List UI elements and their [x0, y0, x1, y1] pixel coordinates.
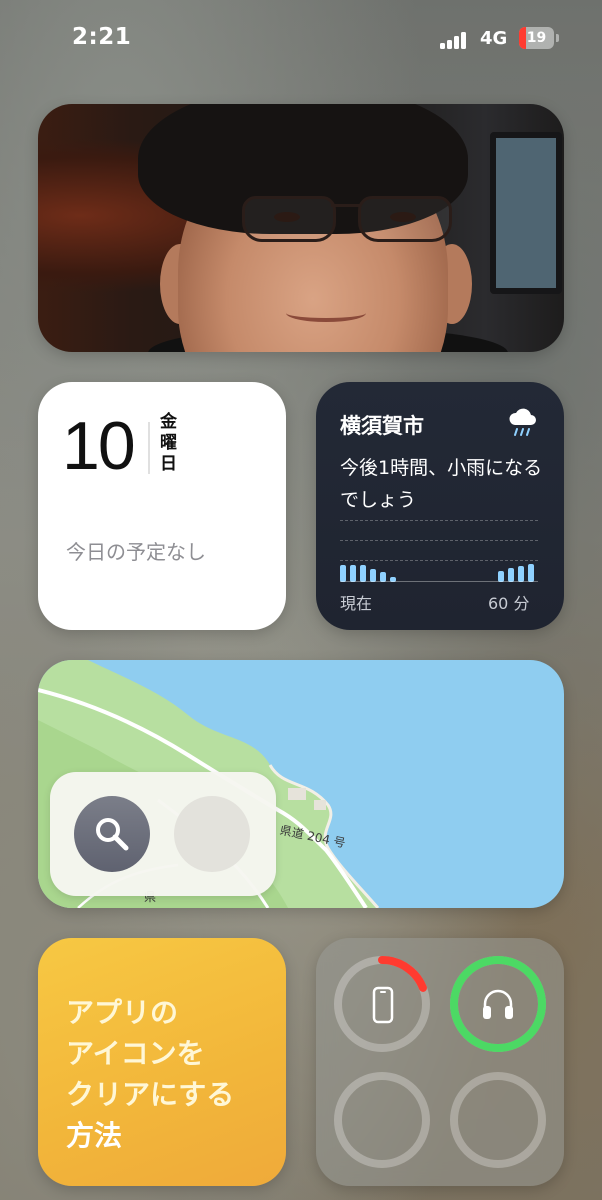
cellular-signal-icon [440, 31, 470, 49]
timeline-start-label: 現在 [340, 594, 373, 613]
map-search-button[interactable] [74, 796, 150, 872]
headphones-icon [483, 989, 513, 1019]
battery-ring-track [450, 1072, 546, 1168]
battery-level: 19 [526, 30, 547, 46]
precipitation-bar [528, 564, 535, 582]
maps-widget[interactable]: 県道 204 号 県 [38, 660, 564, 908]
weather-widget[interactable]: 横須賀市 今後1時間、小雨になるでしょう 現在 60 分 [316, 382, 564, 630]
timeline-end-label: 60 分 [488, 594, 530, 613]
tips-widget[interactable]: アプリの アイコンを クリアにする 方法 [38, 938, 286, 1186]
precipitation-bar [508, 567, 515, 582]
no-events-label: 今日の予定なし [66, 540, 206, 564]
weather-city: 横須賀市 [340, 414, 424, 438]
calendar-widget[interactable]: 10 金 曜 日 今日の予定なし [38, 382, 286, 630]
rain-cloud-icon [509, 408, 536, 436]
precipitation-bar [359, 565, 366, 582]
weather-forecast-message: 今後1時間、小雨になるでしょう [340, 457, 543, 511]
device-battery-rings [334, 956, 546, 1168]
photos-widget[interactable] [38, 104, 564, 352]
precipitation-bar [518, 566, 525, 582]
precipitation-bar [340, 565, 346, 582]
map-placeholder-button[interactable] [174, 796, 250, 872]
batteries-widget[interactable] [316, 938, 564, 1186]
status-bar: 2:21 4G 19 [0, 0, 602, 80]
network-type: 4G [480, 28, 508, 49]
search-icon [96, 818, 129, 851]
calendar-weekday: 金 曜 日 [160, 412, 177, 474]
calendar-day: 10 [62, 408, 136, 484]
map-controls [50, 772, 276, 896]
battery-icon: 19 [519, 27, 559, 49]
background-monitor [490, 132, 562, 294]
tips-title: アプリの アイコンを クリアにする 方法 [66, 996, 235, 1152]
phone-icon [372, 986, 394, 1024]
battery-ring-track [334, 1072, 430, 1168]
status-time: 2:21 [72, 24, 132, 50]
precipitation-chart [340, 558, 538, 582]
precipitation-bar [349, 565, 356, 582]
